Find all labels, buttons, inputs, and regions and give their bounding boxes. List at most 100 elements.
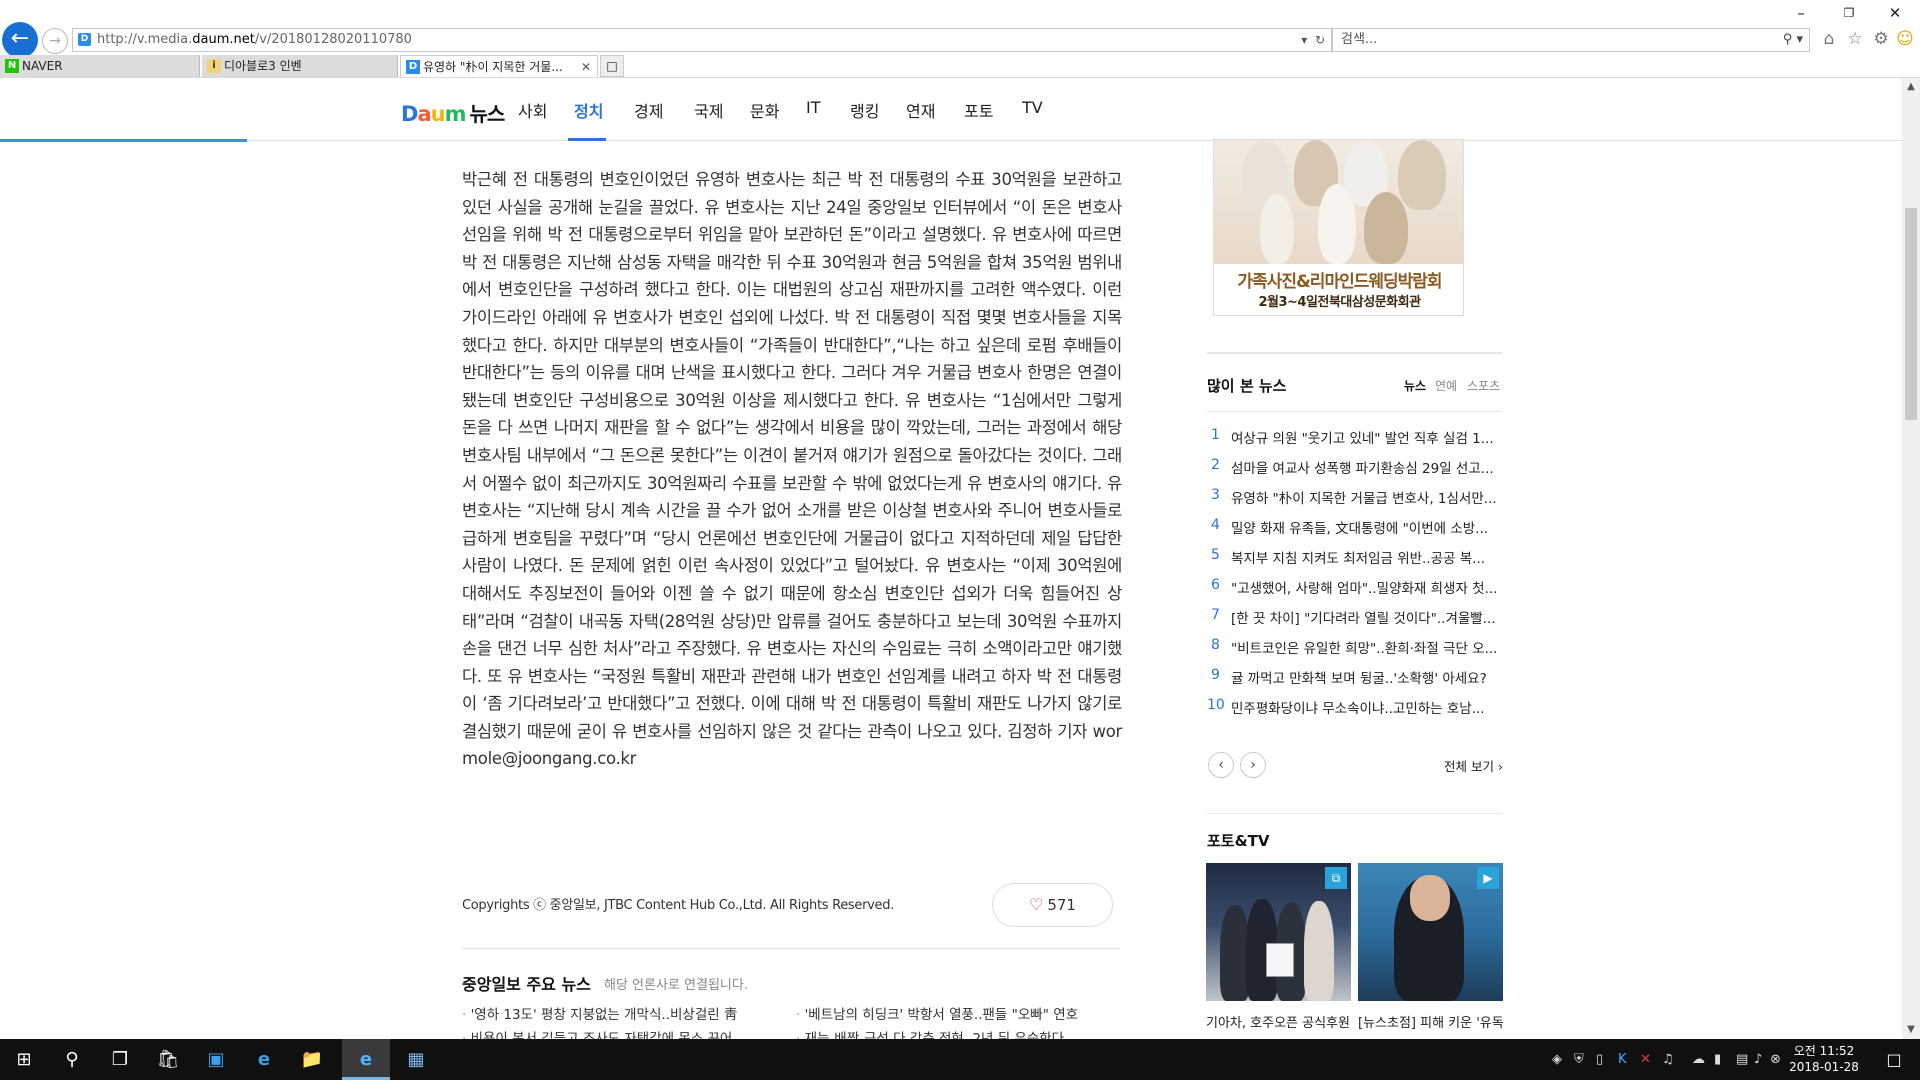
popular-tab-entertainment[interactable]: 연예 xyxy=(1435,377,1457,394)
battery-icon[interactable]: ▮ xyxy=(1714,1039,1721,1080)
shield-icon[interactable]: ⛨ xyxy=(1574,1039,1584,1080)
rank-number: 1 xyxy=(1211,427,1220,443)
volume-icon[interactable]: ♪ xyxy=(1754,1039,1762,1080)
vertical-scrollbar[interactable]: ▲ ▼ xyxy=(1902,78,1920,1039)
popular-tab-news[interactable]: 뉴스 xyxy=(1404,377,1426,394)
popular-news-item[interactable]: 9 귤 까먹고 만화책 보며 뒹굴..'소확행' 아세요? xyxy=(1207,667,1502,691)
dropdown-icon[interactable]: ▾ xyxy=(1301,33,1307,47)
photo-tv-title: 포토&TV xyxy=(1207,832,1270,850)
press-news-link[interactable]: '베트남의 히딩크' 박항서 열풍..팬들 "오빠" 연호 xyxy=(796,1003,1078,1023)
video-thumbnail[interactable]: ▶ xyxy=(1358,863,1503,1001)
nav-tv[interactable]: TV xyxy=(1022,98,1043,117)
prev-page-button[interactable]: ‹ xyxy=(1208,752,1234,778)
nav-society[interactable]: 사회 xyxy=(518,98,547,122)
popular-tab-sports[interactable]: 스포츠 xyxy=(1467,377,1500,394)
press-news-link[interactable]: 비용이 봉서 김들고 조사도 자택값에 목소 꾸어 xyxy=(462,1027,733,1039)
popular-news-item[interactable]: 6 "고생했어, 사랑해 엄마"..밀양화재 희생자 첫... xyxy=(1207,577,1502,601)
minimize-icon[interactable]: – xyxy=(1786,2,1816,24)
nav-photo[interactable]: 포토 xyxy=(964,98,993,122)
gear-icon[interactable]: ⚙ xyxy=(1870,28,1892,50)
search-icon[interactable]: ⚲ xyxy=(48,1039,96,1080)
restore-icon[interactable]: ❐ xyxy=(1834,2,1864,24)
usb-icon[interactable]: ▯ xyxy=(1596,1039,1603,1080)
news-title: 유영하 "朴이 지목한 거물급 변호사, 1심서만... xyxy=(1231,491,1497,507)
task-view-icon[interactable]: ❐ xyxy=(96,1039,144,1080)
search-controls[interactable]: ⚲ ▾ xyxy=(1783,29,1803,51)
dropdown-icon[interactable]: ▾ xyxy=(1796,32,1803,47)
scroll-down-arrow-icon[interactable]: ▼ xyxy=(1902,1021,1920,1039)
file-explorer-icon[interactable]: 📁 xyxy=(288,1039,336,1080)
tab-daum-article[interactable]: D 유영하 "朴이 지목한 거물... ✕ xyxy=(400,55,598,77)
press-news-link[interactable]: 재능-배짱-근성 다 갖춘 정현, 2년 뒤 우승한다 xyxy=(796,1027,1065,1039)
next-page-button[interactable]: › xyxy=(1240,752,1266,778)
forward-button[interactable]: → xyxy=(42,28,68,54)
search-input[interactable]: 검색... ⚲ ▾ xyxy=(1332,28,1810,52)
ad-title: 가족사진&리마인드웨딩박람회 xyxy=(1237,272,1442,292)
internet-explorer-icon[interactable]: e xyxy=(342,1039,390,1080)
nav-it[interactable]: IT xyxy=(806,98,821,117)
popular-news-item[interactable]: 2 섬마을 여교사 성폭행 파기환송심 29일 선고... xyxy=(1207,457,1502,481)
heart-icon: ♡ xyxy=(1029,895,1044,914)
rank-number: 9 xyxy=(1211,667,1220,683)
scroll-up-arrow-icon[interactable]: ▲ xyxy=(1902,78,1920,96)
store-icon[interactable]: 🛍 xyxy=(144,1039,192,1080)
daum-news-logo[interactable]: Daum 뉴스 xyxy=(401,98,505,127)
refresh-icon[interactable]: ↻ xyxy=(1315,33,1325,47)
system-clock[interactable]: 오전 11:52 2018-01-28 xyxy=(1782,1043,1866,1075)
site-navigation: Daum 뉴스 사회 정치 경제 국제 문화 IT 랭킹 연재 포토 TV xyxy=(0,78,1902,142)
tray-icon[interactable]: K xyxy=(1618,1039,1627,1080)
popular-news-item[interactable]: 10 민주평화당이냐 무소속이냐..고민하는 호남... xyxy=(1207,697,1502,721)
nav-economy[interactable]: 경제 xyxy=(634,98,663,122)
tray-icon[interactable]: ✕ xyxy=(1640,1039,1651,1080)
chevron-left-icon: ‹ xyxy=(1218,757,1224,773)
nav-culture[interactable]: 문화 xyxy=(750,98,779,122)
popular-news-item[interactable]: 5 복지부 지침 지켜도 최저임금 위반..공공 복... xyxy=(1207,547,1502,571)
photo-thumbnail[interactable]: ⧉ xyxy=(1206,863,1351,1001)
popular-news-item[interactable]: 7 [한 끗 차이] "기다려라 열릴 것이다"..겨울빨... xyxy=(1207,607,1502,631)
favorites-icon[interactable]: ☆ xyxy=(1844,28,1866,50)
smiley-icon[interactable]: ☺ xyxy=(1894,28,1916,50)
new-tab-button[interactable]: □ xyxy=(600,55,624,77)
nav-series[interactable]: 연재 xyxy=(906,98,935,122)
popular-news-item[interactable]: 8 "비트코인은 유일한 희망"..환희·좌절 극단 오... xyxy=(1207,637,1502,661)
windows-start-icon[interactable]: ⊞ xyxy=(0,1039,48,1080)
app-icon[interactable]: ▦ xyxy=(392,1039,440,1080)
tab-strip: N NAVER i 디아블로3 인벤 D 유영하 "朴이 지목한 거물... ✕… xyxy=(0,55,1920,78)
nav-world[interactable]: 국제 xyxy=(694,98,723,122)
tab-naver[interactable]: N NAVER xyxy=(0,55,200,77)
tab-inven[interactable]: i 디아블로3 인벤 xyxy=(202,55,398,77)
popular-news-item[interactable]: 1 여상규 의원 "웃기고 있네" 발언 직후 실검 1... xyxy=(1207,427,1502,451)
network-icon[interactable]: ▤ xyxy=(1736,1039,1748,1080)
active-nav-indicator xyxy=(568,138,606,141)
edge-icon[interactable]: e xyxy=(240,1039,288,1080)
nav-ranking[interactable]: 랭킹 xyxy=(850,98,879,122)
address-bar[interactable]: D http://v.media.daum.net/v/201801280201… xyxy=(72,28,1332,52)
scroll-thumb[interactable] xyxy=(1905,208,1917,420)
popular-news-item[interactable]: 4 밀양 화재 유족들, 文대통령에 "이번에 소방... xyxy=(1207,517,1502,541)
close-icon[interactable]: ✕ xyxy=(1880,2,1910,24)
popular-news-title: 많이 본 뉴스 xyxy=(1207,377,1287,395)
chevron-right-icon: › xyxy=(1497,759,1503,774)
advertisement-banner[interactable]: 가족사진&리마인드웨딩박람회 2월3~4일전북대삼성문화회관 xyxy=(1213,139,1464,316)
tray-icon[interactable]: ◈ xyxy=(1552,1039,1562,1080)
search-icon[interactable]: ⚲ xyxy=(1783,32,1793,47)
close-tab-icon[interactable]: ✕ xyxy=(581,56,591,78)
video-caption[interactable]: [뉴스초점] 피해 키운 '유독가스'..불과 몇분 xyxy=(1358,1012,1503,1031)
popular-news-item[interactable]: 3 유영하 "朴이 지목한 거물급 변호사, 1심서만... xyxy=(1207,487,1502,511)
app-icon[interactable]: ▣ xyxy=(192,1039,240,1080)
press-news-link[interactable]: '영하 13도' 평창 지붕없는 개막식..비상걸린 靑 xyxy=(462,1003,738,1023)
back-button[interactable]: ← xyxy=(2,22,38,58)
rank-number: 5 xyxy=(1211,547,1220,563)
ad-child xyxy=(1318,184,1356,264)
like-button[interactable]: ♡ 571 xyxy=(992,883,1113,927)
ime-icon[interactable]: ⊗ xyxy=(1770,1039,1781,1080)
address-controls[interactable]: ▾ ↻ xyxy=(1301,29,1325,51)
photo-caption[interactable]: 기아차, 호주오픈 공식후원 1000번째 차량 xyxy=(1206,1012,1351,1031)
notification-icon[interactable]: □ xyxy=(1876,1039,1912,1080)
home-icon[interactable]: ⌂ xyxy=(1818,28,1840,50)
nav-politics[interactable]: 정치 xyxy=(574,98,603,122)
cloud-icon[interactable]: ☁ xyxy=(1692,1039,1705,1080)
view-all-link[interactable]: 전체 보기 › xyxy=(1444,756,1503,775)
speaker-icon[interactable]: ♫ xyxy=(1662,1039,1674,1080)
press-section-subtitle: 해당 언론사로 연결됩니다. xyxy=(604,978,748,993)
